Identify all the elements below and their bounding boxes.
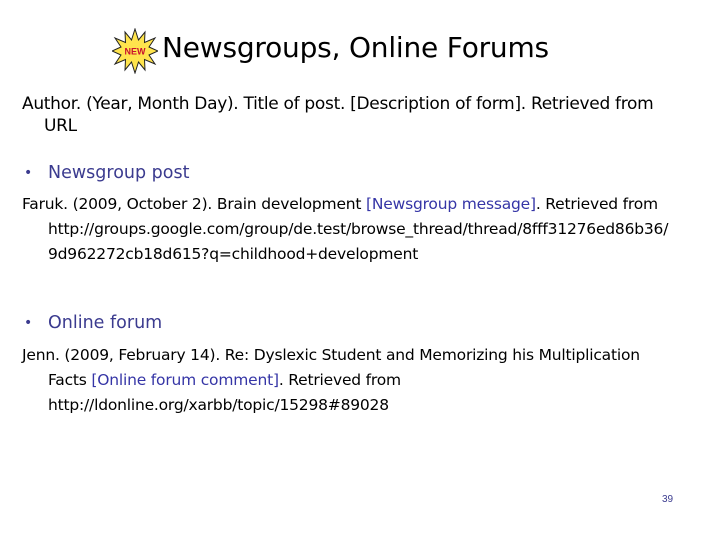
- bullet-label: Online forum: [48, 313, 163, 333]
- reference-line: Jenn. (2009, February 14). Re: Dyslexic …: [22, 346, 640, 364]
- bullet-dot-icon: •: [24, 315, 33, 331]
- bullet-dot-icon: •: [24, 165, 33, 181]
- format-template: Author. (Year, Month Day). Title of post…: [22, 93, 714, 137]
- reference-text: Faruk. (2009, October 2). Brain developm…: [22, 195, 367, 213]
- bullet-newsgroup-post: • Newsgroup post: [24, 161, 189, 185]
- reference-text: . Retrieved from: [535, 195, 658, 213]
- bullet-label: Newsgroup post: [48, 163, 190, 183]
- reference-line: Facts [Online forum comment]. Retrieved …: [22, 368, 714, 393]
- form-description: [Newsgroup message]: [366, 195, 536, 213]
- reference-newsgroup: Faruk. (2009, October 2). Brain developm…: [22, 192, 714, 267]
- new-starburst-icon: NEW: [112, 28, 158, 74]
- reference-url-line: http://groups.google.com/group/de.test/b…: [48, 220, 669, 238]
- badge-label: NEW: [125, 47, 147, 57]
- reference-url-line: http://ldonline.org/xarbb/topic/15298#89…: [48, 396, 389, 414]
- reference-url-line: 9d962272cb18d615?q=childhood+development: [48, 245, 419, 263]
- reference-line: Faruk. (2009, October 2). Brain developm…: [22, 192, 714, 217]
- bullet-online-forum: • Online forum: [24, 311, 162, 335]
- reference-text: Facts: [48, 371, 92, 389]
- slide-title: Newsgroups, Online Forums: [162, 31, 549, 64]
- reference-forum: Jenn. (2009, February 14). Re: Dyslexic …: [22, 343, 714, 418]
- format-line-2: URL: [44, 116, 77, 136]
- form-description: [Online forum comment]: [91, 371, 279, 389]
- format-line-1: Author. (Year, Month Day). Title of post…: [22, 94, 654, 114]
- reference-text: . Retrieved from: [278, 371, 401, 389]
- page-number: 39: [662, 494, 674, 505]
